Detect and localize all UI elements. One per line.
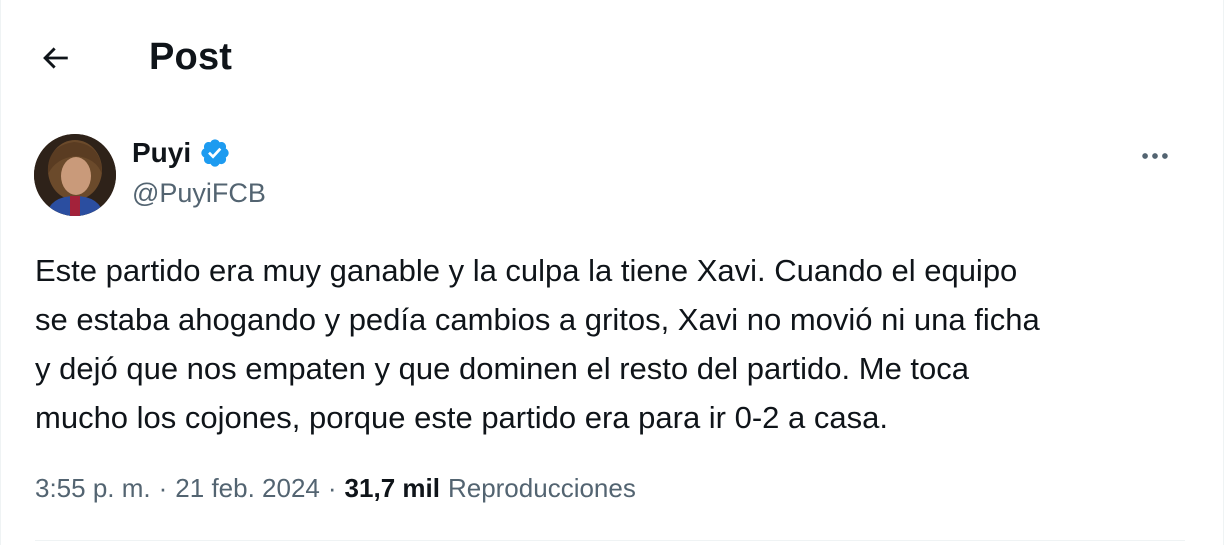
meta-separator: · (158, 472, 168, 503)
page-header: Post (1, 0, 1224, 118)
divider (35, 540, 1185, 541)
avatar[interactable] (34, 134, 116, 216)
post-page: Post Puyi @PuyiFCB Este partido era muy … (0, 0, 1224, 545)
arrow-left-icon (43, 47, 68, 69)
tweet-time[interactable]: 3:55 p. m. (35, 473, 151, 504)
author-names: Puyi @PuyiFCB (132, 136, 266, 210)
tweet-text: Este partido era muy ganable y la culpa … (35, 253, 1040, 435)
views-count: 31,7 mil (344, 472, 440, 503)
verified-badge-icon[interactable] (199, 137, 231, 169)
views-label: Reproducciones (447, 472, 636, 503)
display-name-row: Puyi (132, 136, 266, 170)
page-title: Post (149, 36, 233, 78)
more-button[interactable] (1129, 138, 1181, 174)
author-block: Puyi @PuyiFCB (1, 118, 1224, 228)
more-horizontal-icon (1142, 153, 1168, 159)
back-button[interactable] (25, 30, 85, 86)
tweet-meta: 3:55 p. m. · 21 feb. 2024 · 31,7 mil Rep… (35, 470, 636, 506)
display-name[interactable]: Puyi (132, 136, 191, 170)
tweet-date[interactable]: 21 feb. 2024 (175, 473, 320, 504)
author-handle[interactable]: @PuyiFCB (132, 176, 266, 210)
meta-separator: · (327, 472, 337, 503)
